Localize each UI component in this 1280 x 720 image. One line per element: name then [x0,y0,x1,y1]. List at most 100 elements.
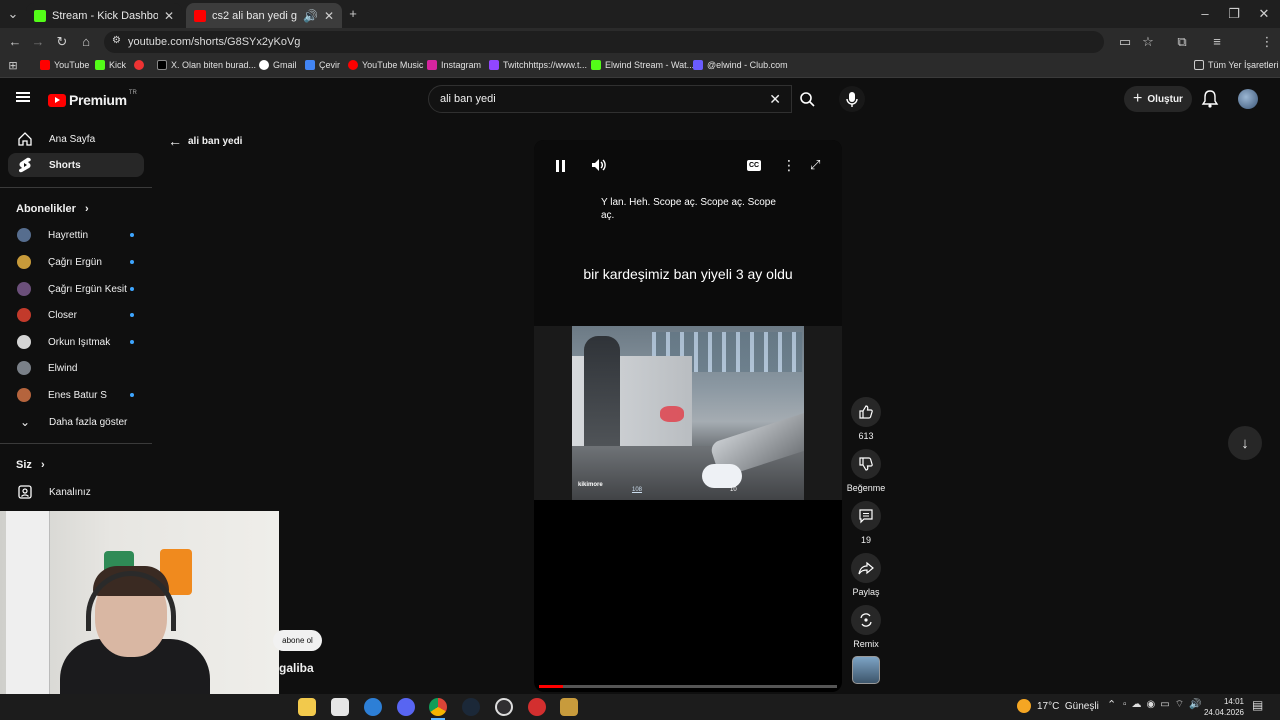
sidebar-divider [0,443,152,444]
hamburger-menu-icon[interactable] [16,92,30,102]
search-button[interactable] [792,85,824,113]
close-tab-icon[interactable]: ✕ [324,9,334,23]
media-icon[interactable]: ≡ [1208,33,1226,51]
notifications-icon[interactable]: ▤ [1252,698,1263,712]
extensions-icon[interactable]: ⧉ [1173,33,1191,51]
new-content-dot [130,260,134,264]
minimize-icon[interactable]: – [1196,5,1214,23]
volume-icon[interactable] [590,157,608,178]
show-more-button[interactable]: ⌄ Daha fazla göster [8,410,144,434]
bookmark-elwind-stream[interactable]: Elwind Stream - Wat... [591,60,694,70]
overlay-text: bir kardeşimiz ban yiyeli 3 ay oldu [583,266,793,282]
clear-search-icon[interactable]: ✕ [769,86,781,112]
video-progress-bar[interactable] [539,685,837,688]
captions-icon[interactable]: CC [747,160,761,171]
bookmark-twitch[interactable]: Twitchhttps://www.t... [489,60,587,70]
close-tab-icon[interactable]: ✕ [164,9,174,23]
you-title: Siz [16,459,32,471]
discord-icon[interactable] [397,698,415,716]
sidebar-item-shorts[interactable]: Shorts [8,153,144,177]
steam-icon[interactable] [462,698,480,716]
search-input[interactable]: ali ban yedi ✕ [428,85,792,113]
more-options-icon[interactable]: ⋮ [782,157,796,174]
bookmark-label: Tüm Yer İşaretleri [1208,60,1279,70]
search-value: ali ban yedi [440,93,496,105]
bookmark-translate[interactable]: Çevir [305,60,340,70]
remix-button[interactable]: Remix [850,605,882,649]
sidebar-item-label: Kanalınız [49,486,91,498]
address-bar[interactable]: ⚙ youtube.com/shorts/G8SYx2yKoVg [104,31,1104,53]
home-icon[interactable]: ⌂ [77,33,95,51]
obs-icon[interactable] [495,698,513,716]
new-tab-icon[interactable]: + [344,5,362,23]
hud-money: 108 [632,487,643,493]
sidebar-subscription[interactable]: Closer [8,303,144,327]
menu-icon[interactable]: ⋮ [1258,33,1276,51]
edge-icon[interactable] [364,698,382,716]
clock[interactable]: 14:01 24.04.2026 [1200,696,1244,718]
site-info-icon[interactable]: ⚙ [112,35,121,46]
share-button[interactable]: Paylaş [850,553,882,597]
subscribe-button[interactable]: abone ol [273,630,322,651]
sidebar-item-home[interactable]: Ana Sayfa [8,127,144,151]
reload-icon[interactable]: ↻ [53,33,71,51]
sidebar-subscription[interactable]: Enes Batur S [8,383,144,407]
file-explorer-icon[interactable] [298,698,316,716]
bookmark-youtube[interactable]: YouTube [40,60,89,70]
notifications-bell-icon[interactable] [1201,89,1219,114]
you-heading[interactable]: Siz › [16,459,45,471]
apps-icon[interactable]: ⊞ [4,57,22,75]
sidebar-subscription[interactable]: Çağrı Ergün Kesit [8,277,144,301]
next-video-button[interactable]: ↓ [1228,426,1262,460]
sound-thumbnail[interactable] [852,656,880,684]
back-icon[interactable]: ← [6,33,24,51]
account-avatar[interactable] [1238,89,1258,109]
bookmark-club[interactable]: @elwind - Club.com [693,60,788,70]
tray-chevron-icon[interactable]: ⌃ [1107,698,1116,711]
create-button[interactable]: + Oluştur [1124,86,1192,112]
weather-widget[interactable]: 17°C Güneşli [1017,699,1099,713]
chrome-icon[interactable] [429,698,447,716]
restore-icon[interactable]: ❐ [1225,5,1243,23]
sidebar-subscription[interactable]: Çağrı Ergün [8,250,144,274]
pause-icon[interactable] [555,160,567,172]
bookmark-circle[interactable] [134,60,148,70]
youtube-logo[interactable]: Premium TR [48,90,137,108]
sidebar-subscription[interactable]: Orkun Işıtmak [8,330,144,354]
youtube-icon [40,60,50,70]
cast-icon[interactable]: ▭ [1116,33,1134,51]
league-icon[interactable] [560,698,578,716]
bookmark-label: YouTube Music [362,60,424,70]
tray-icons[interactable]: ▫☁◉▭⌔🔊 [1123,698,1207,711]
tab-search-icon[interactable]: ⌄ [4,5,22,23]
bookmark-kick[interactable]: Kick [95,60,126,70]
tab-kick-dashboard[interactable]: Stream - Kick Dashboard ✕ [26,3,182,28]
bookmark-label: Gmail [273,60,297,70]
shorts-player[interactable]: CC ⋮ ⤢ Y lan. Heh. Scope aç. Scope aç. S… [534,140,842,692]
close-window-icon[interactable]: ✕ [1255,5,1273,23]
like-button[interactable]: 613 [850,397,882,441]
fullscreen-icon[interactable]: ⤢ [810,157,820,173]
voice-search-button[interactable] [839,86,865,112]
bookmark-x[interactable]: X. Olan biten burad... [157,60,256,70]
bookmark-gmail[interactable]: Gmail [259,60,297,70]
bookmark-instagram[interactable]: Instagram [427,60,481,70]
comments-button[interactable]: 19 [850,501,882,545]
channel-name: Hayrettin [48,229,89,241]
subscriptions-heading[interactable]: Abonelikler › [16,203,89,215]
bookmark-youtube-music[interactable]: YouTube Music [348,60,423,70]
dislike-button[interactable]: Beğenme [846,449,886,493]
sidebar-subscription[interactable]: Elwind [8,356,144,380]
back-to-search-button[interactable]: ← ali ban yedi [168,133,242,149]
red-app-icon[interactable] [528,698,546,716]
avatar [17,335,31,349]
kick-icon [591,60,601,70]
sidebar-item-your-channel[interactable]: Kanalınız [8,480,144,504]
sidebar-subscription[interactable]: Hayrettin [8,223,144,247]
bookmark-star-icon[interactable]: ☆ [1139,33,1157,51]
forward-icon[interactable]: → [29,33,47,51]
store-icon[interactable] [331,698,349,716]
tab-youtube-short[interactable]: cs2 ali ban yedi galiba - You 🔊 ✕ [186,3,342,28]
all-bookmarks[interactable]: Tüm Yer İşaretleri [1194,60,1279,70]
avatar [17,255,31,269]
